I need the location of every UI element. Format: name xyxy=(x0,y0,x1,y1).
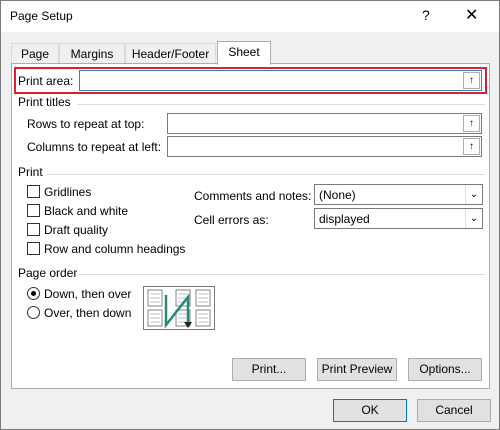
down-then-over-radio[interactable] xyxy=(27,287,40,300)
over-then-down-label: Over, then down xyxy=(44,306,132,320)
black-white-checkbox[interactable] xyxy=(27,204,40,217)
print-area-input[interactable]: ↑ xyxy=(79,70,482,91)
collapse-dialog-icon[interactable]: ↑ xyxy=(463,115,480,132)
cell-errors-select[interactable]: displayed ⌄ xyxy=(314,208,483,229)
print-area-label: Print area: xyxy=(18,74,74,88)
black-white-label: Black and white xyxy=(44,204,129,218)
row-col-headings-checkbox[interactable] xyxy=(27,242,40,255)
options-button[interactable]: Options... xyxy=(408,358,482,381)
ok-button[interactable]: OK xyxy=(333,399,407,422)
over-then-down-radio[interactable] xyxy=(27,306,40,319)
titlebar: Page Setup ? ✕ xyxy=(1,1,499,32)
help-icon[interactable]: ? xyxy=(422,7,430,23)
close-icon[interactable]: ✕ xyxy=(465,5,478,25)
cols-repeat-input[interactable]: ↑ xyxy=(167,136,482,157)
cell-errors-value: displayed xyxy=(319,212,370,226)
section-divider xyxy=(77,104,485,105)
cols-repeat-label: Columns to repeat at left: xyxy=(27,140,162,154)
tab-page[interactable]: Page xyxy=(11,43,59,64)
section-divider xyxy=(79,274,485,275)
row-col-headings-label: Row and column headings xyxy=(44,242,186,256)
page-setup-dialog: Page Setup ? ✕ Page Margins Header/Foote… xyxy=(0,0,500,430)
collapse-dialog-icon[interactable]: ↑ xyxy=(463,138,480,155)
down-then-over-label: Down, then over xyxy=(44,287,132,301)
rows-repeat-label: Rows to repeat at top: xyxy=(27,117,145,131)
chevron-down-icon: ⌄ xyxy=(465,185,482,204)
section-divider xyxy=(47,174,485,175)
tab-sheet[interactable]: Sheet xyxy=(217,41,271,65)
rows-repeat-input[interactable]: ↑ xyxy=(167,113,482,134)
cancel-button[interactable]: Cancel xyxy=(417,399,491,422)
collapse-dialog-icon[interactable]: ↑ xyxy=(463,72,480,89)
print-preview-button[interactable]: Print Preview xyxy=(317,358,397,381)
cell-errors-label: Cell errors as: xyxy=(194,213,269,227)
gridlines-label: Gridlines xyxy=(44,185,92,199)
comments-select[interactable]: (None) ⌄ xyxy=(314,184,483,205)
draft-quality-checkbox[interactable] xyxy=(27,223,40,236)
comments-value: (None) xyxy=(319,188,356,202)
print-button[interactable]: Print... xyxy=(232,358,306,381)
chevron-down-icon: ⌄ xyxy=(465,209,482,228)
comments-label: Comments and notes: xyxy=(194,189,312,203)
print-titles-heading: Print titles xyxy=(18,95,71,109)
page-order-preview-icon xyxy=(143,286,215,330)
tab-margins[interactable]: Margins xyxy=(59,43,125,64)
tab-header-footer[interactable]: Header/Footer xyxy=(125,43,216,64)
page-order-heading: Page order xyxy=(18,266,78,280)
gridlines-checkbox[interactable] xyxy=(27,185,40,198)
draft-quality-label: Draft quality xyxy=(44,223,109,237)
dialog-title: Page Setup xyxy=(10,9,73,23)
print-heading: Print xyxy=(18,165,43,179)
